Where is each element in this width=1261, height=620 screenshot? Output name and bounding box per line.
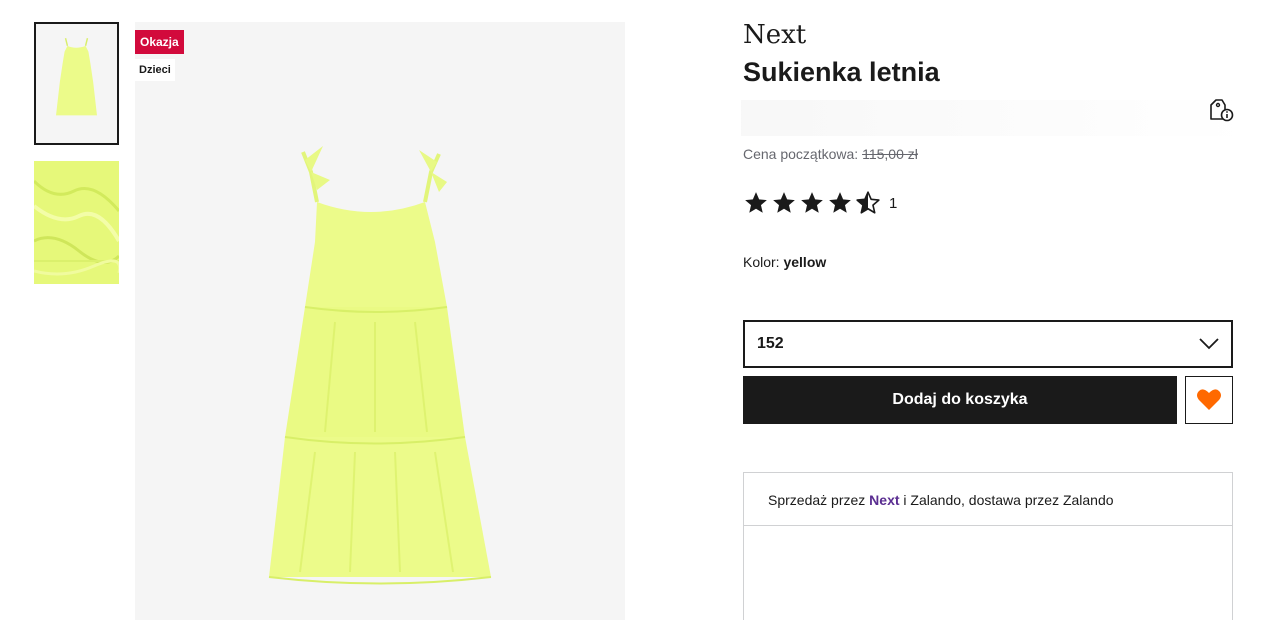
price-placeholder	[741, 100, 1251, 136]
color-info: Kolor: yellow	[743, 254, 826, 270]
product-title: Sukienka letnia	[743, 57, 940, 87]
rating-stars[interactable]: 1	[743, 190, 897, 216]
size-selected-value: 152	[757, 335, 784, 352]
original-price-label: Cena początkowa:	[743, 146, 859, 162]
star-full-icon	[773, 192, 795, 213]
chevron-down-icon	[1199, 338, 1219, 350]
color-label: Kolor:	[743, 254, 780, 270]
star-full-icon	[745, 192, 767, 213]
dress-illustration	[135, 22, 625, 620]
star-half-icon	[856, 191, 880, 214]
seller-text: Sprzedaż przez Next i Zalando, dostawa p…	[768, 492, 1114, 508]
wishlist-button[interactable]	[1185, 376, 1233, 424]
category-badge: Dzieci	[135, 59, 175, 81]
product-main-image[interactable]	[135, 22, 625, 620]
original-price-value: 115,00 zł	[862, 146, 918, 162]
thumbnail-front-view[interactable]	[34, 22, 119, 145]
seller-brand-link[interactable]: Next	[869, 492, 899, 508]
price-tag-info-icon[interactable]	[1208, 97, 1234, 123]
rating-count: 1	[889, 194, 898, 212]
original-price: Cena początkowa: 115,00 zł	[743, 146, 918, 162]
heart-icon	[1197, 389, 1221, 410]
sale-badge: Okazja	[135, 30, 184, 54]
seller-suffix: i Zalando, dostawa przez Zalando	[903, 492, 1114, 508]
thumbnail-dress-image	[36, 24, 117, 143]
divider	[744, 525, 1232, 526]
size-select[interactable]: 152	[743, 320, 1233, 368]
star-full-icon	[801, 192, 823, 213]
thumbnail-fabric-detail[interactable]	[34, 161, 119, 284]
seller-info-box: Sprzedaż przez Next i Zalando, dostawa p…	[743, 472, 1233, 620]
add-to-cart-button[interactable]: Dodaj do koszyka	[743, 376, 1177, 424]
star-full-icon	[829, 192, 851, 213]
seller-prefix: Sprzedaż przez	[768, 492, 866, 508]
color-value: yellow	[783, 254, 827, 270]
thumbnail-fabric-image	[34, 161, 119, 284]
brand-name[interactable]: Next	[743, 20, 806, 50]
